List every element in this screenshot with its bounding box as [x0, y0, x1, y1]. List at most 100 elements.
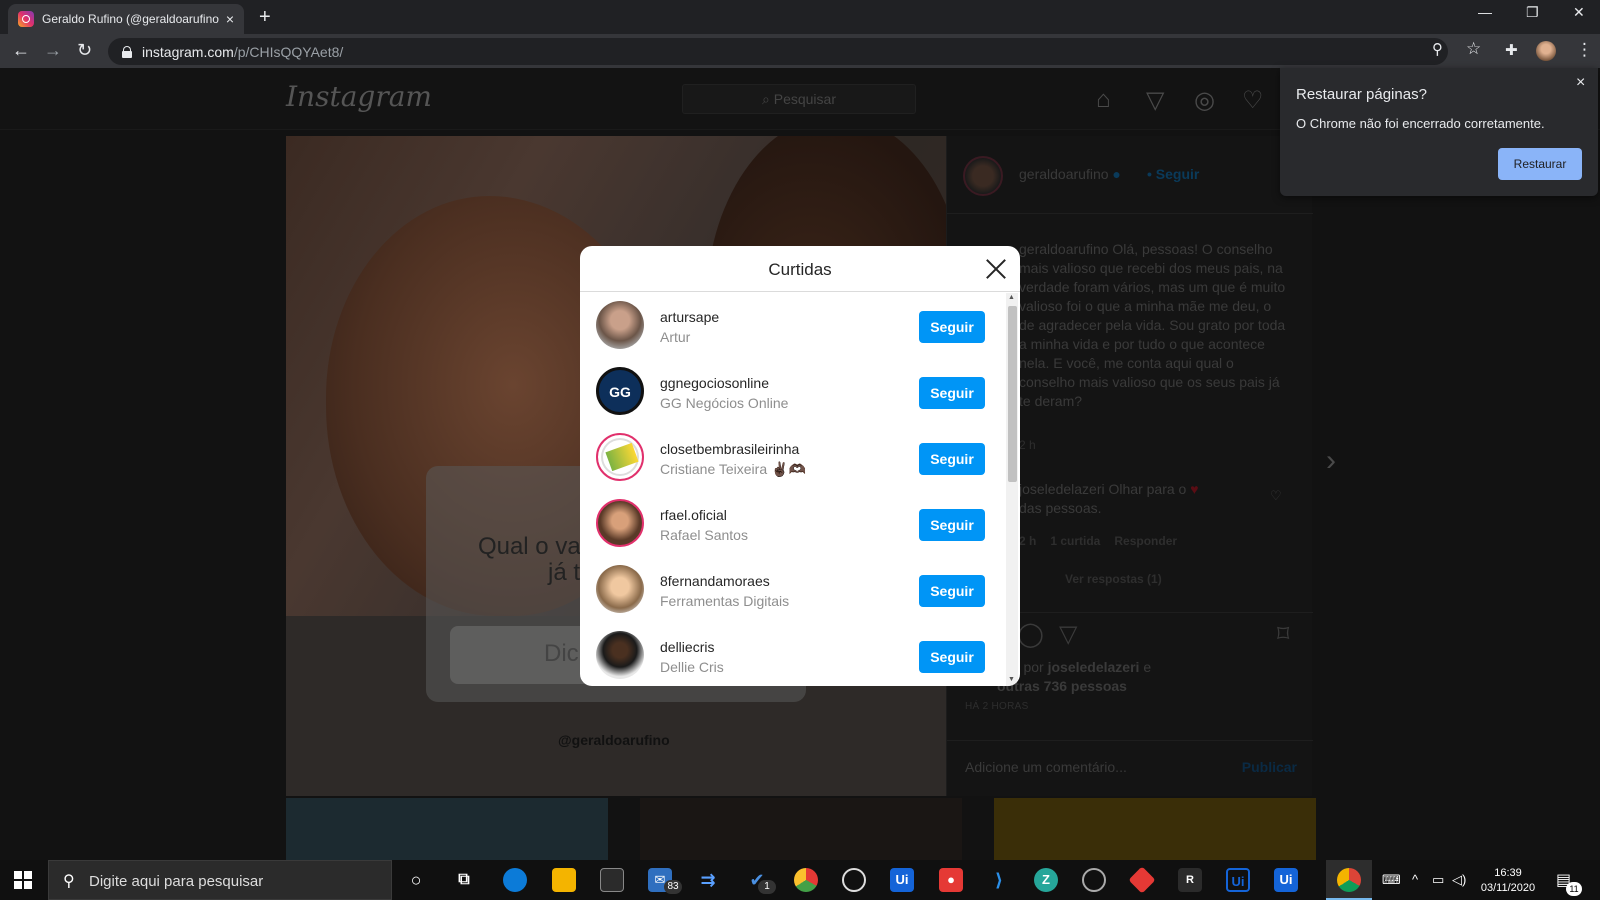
search-input[interactable]: ⌕ Pesquisar	[682, 84, 916, 114]
back-icon[interactable]: ←	[12, 40, 30, 61]
volume-icon[interactable]: ◁)	[1452, 872, 1466, 888]
direct-icon[interactable]: ▽	[1146, 86, 1164, 115]
thumbnail-2[interactable]	[640, 798, 962, 860]
liked-by: tido por joseledelazeri e outras 736 pess…	[997, 658, 1151, 696]
home-icon[interactable]: ⌂	[1096, 86, 1111, 114]
r-app-icon[interactable]: R	[1178, 868, 1202, 892]
windows-taskbar: ⚲ Digite aqui para pesquisar ○ ⧉ ✉ 83 ⇉ …	[0, 860, 1600, 900]
avatar[interactable]	[596, 499, 644, 547]
liker-username[interactable]: artursape	[660, 309, 719, 325]
follow-button[interactable]: Seguir	[919, 575, 985, 607]
avatar[interactable]	[596, 565, 644, 613]
liked-by-user[interactable]: joseledelazeri	[1048, 659, 1140, 675]
view-replies[interactable]: Ver respostas (1)	[1065, 572, 1162, 586]
new-tab-button[interactable]: +	[259, 6, 271, 29]
scroll-up-icon[interactable]: ▲	[1008, 294, 1015, 301]
address-bar[interactable]: instagram.com/p/CHIsQQYAet8/	[108, 38, 1448, 65]
avatar[interactable]	[596, 301, 644, 349]
liker-username[interactable]: delliecris	[660, 639, 714, 655]
follow-button[interactable]: Seguir	[919, 641, 985, 673]
taskbar-clock[interactable]: 16:39 03/11/2020	[1468, 866, 1548, 896]
thumbnail-1[interactable]	[286, 798, 608, 860]
popup-close-icon[interactable]: ×	[1576, 74, 1585, 92]
lock-icon[interactable]	[122, 45, 132, 58]
activity-icon[interactable]: ♡	[1242, 86, 1264, 115]
obs-icon[interactable]	[842, 868, 866, 892]
chrome-icon[interactable]	[1337, 868, 1361, 892]
reply-button[interactable]: Responder	[1114, 534, 1177, 548]
follow-button[interactable]: Seguir	[919, 377, 985, 409]
tab-close-icon[interactable]: ×	[226, 11, 234, 27]
comment-like-icon[interactable]: ♡	[1270, 488, 1282, 504]
next-post-chevron-icon[interactable]: ›	[1326, 444, 1336, 478]
author-username[interactable]: geraldoarufino ●	[1019, 166, 1121, 182]
close-icon[interactable]	[983, 256, 1009, 282]
explore-icon[interactable]: ◎	[1194, 86, 1215, 115]
task-view-icon[interactable]: ⧉	[452, 868, 476, 892]
caption-text: Olá, pessoas! O conselho mais valioso qu…	[1019, 241, 1286, 409]
avatar[interactable]	[596, 631, 644, 679]
author-avatar[interactable]	[963, 156, 1003, 196]
network-icon[interactable]: ▭	[1432, 872, 1444, 888]
instagram-logo[interactable]: Instagram	[286, 80, 432, 113]
save-icon[interactable]: ⌑	[1277, 620, 1289, 649]
scroll-down-icon[interactable]: ▼	[1008, 676, 1015, 683]
avatar[interactable]: GG	[596, 367, 644, 415]
cast-icon[interactable]: ●	[939, 868, 963, 892]
windows-start-icon[interactable]	[14, 871, 32, 889]
extensions-icon[interactable]: ✚	[1505, 41, 1518, 59]
forward-icon[interactable]: →	[44, 40, 62, 61]
follow-button[interactable]: Seguir	[919, 443, 985, 475]
edge-icon[interactable]	[503, 868, 527, 892]
anydesk-icon[interactable]	[1128, 866, 1156, 894]
question-input-text: Dic	[544, 640, 579, 667]
liker-username[interactable]: rfael.oficial	[660, 507, 727, 523]
liker-row: rfael.oficial Rafael Santos Seguir	[580, 491, 1000, 557]
vscode-icon[interactable]: ⟩	[987, 868, 1011, 892]
tray-expand-icon[interactable]: ^	[1412, 872, 1418, 887]
reload-icon[interactable]: ↻	[77, 40, 92, 61]
zoom-icon[interactable]: ⚲	[1432, 40, 1443, 58]
follow-button[interactable]: Seguir	[919, 509, 985, 541]
caption-author[interactable]: geraldoarufino	[1019, 241, 1109, 257]
browser-tab[interactable]: Geraldo Rufino (@geraldoarufino ×	[8, 4, 244, 34]
restore-button[interactable]: Restaurar	[1498, 148, 1582, 180]
avatar-text: GG	[609, 384, 631, 400]
url-host: instagram.com	[142, 43, 234, 60]
cortana-icon[interactable]: ○	[404, 868, 428, 892]
avatar[interactable]	[596, 433, 644, 481]
chrome-menu-icon[interactable]: ⋮	[1576, 40, 1593, 60]
taskbar-search-input[interactable]: ⚲ Digite aqui para pesquisar	[48, 860, 392, 900]
minimize-icon[interactable]: —	[1478, 4, 1492, 20]
profile-avatar[interactable]	[1536, 41, 1556, 61]
bookmark-star-icon[interactable]: ☆	[1466, 39, 1481, 59]
liker-username[interactable]: ggnegociosonline	[660, 375, 769, 391]
publish-button[interactable]: Publicar	[1242, 759, 1297, 775]
follow-button[interactable]: Seguir	[919, 311, 985, 343]
share-icon[interactable]: ▽	[1059, 620, 1077, 649]
uipath-studio-icon[interactable]: Ui	[1226, 868, 1250, 892]
thumbnail-3[interactable]	[994, 798, 1316, 860]
keyboard-icon[interactable]: ⌨	[1382, 872, 1401, 888]
maximize-icon[interactable]: ❐	[1526, 4, 1539, 21]
file-explorer-icon[interactable]	[552, 868, 576, 892]
zoom-icon[interactable]: Z	[1034, 868, 1058, 892]
uipath-icon-2[interactable]: Ui	[1274, 868, 1298, 892]
comment-author[interactable]: joseledelazeri	[1019, 481, 1105, 497]
shield-app-icon[interactable]	[794, 868, 818, 892]
scrollbar-thumb[interactable]	[1008, 306, 1017, 482]
comment-likes[interactable]: 1 curtida	[1050, 534, 1100, 548]
add-comment-input[interactable]: Adicione um comentário...	[965, 759, 1127, 775]
window-close-icon[interactable]: ✕	[1573, 4, 1585, 21]
comment-icon[interactable]: ◯	[1017, 620, 1044, 649]
store-icon[interactable]	[600, 868, 624, 892]
liker-username[interactable]: 8fernandamoraes	[660, 573, 770, 589]
uipath-icon[interactable]: Ui	[890, 868, 914, 892]
liker-username[interactable]: closetbembrasileirinha	[660, 441, 799, 457]
comment-text: Olhar para o	[1108, 481, 1187, 497]
header-follow-link[interactable]: • Seguir	[1147, 166, 1199, 182]
camera-app-icon[interactable]	[1082, 868, 1106, 892]
liker-fullname: GG Negócios Online	[660, 395, 789, 411]
azure-devops-icon[interactable]: ⇉	[696, 868, 720, 892]
liker-row: artursape Artur Seguir	[580, 293, 1000, 359]
